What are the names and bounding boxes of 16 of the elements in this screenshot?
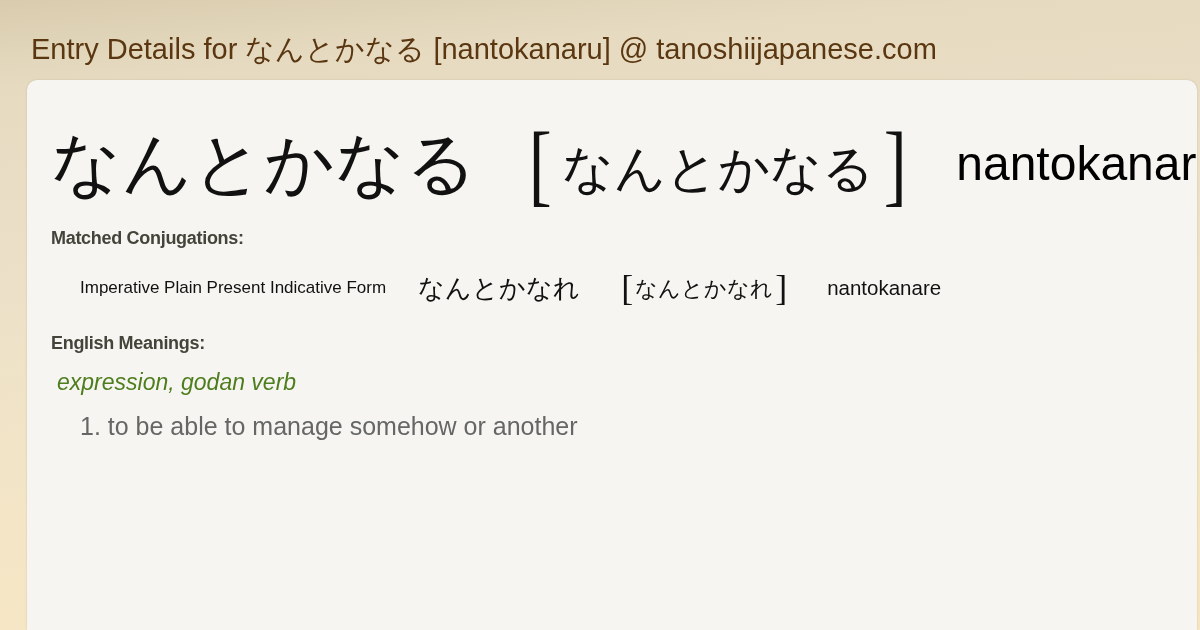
opening-bracket: [ [528,118,552,210]
closing-bracket: ] [883,118,907,210]
headword: なんとかなる [51,125,477,204]
opening-bracket: [ [621,270,634,306]
romaji-reading: nantokanar [956,136,1197,192]
conjugated-word: なんとかなれ [418,272,581,305]
conjugation-form: Imperative Plain Present Indicative Form [80,278,387,298]
conjugated-romaji: nantokanare [827,276,942,300]
section-heading: English Meanings: [51,332,205,354]
sense-text: 1. to be able to manage somehow or another [80,411,578,441]
page-title: Entry Details for なんとかなる [nantokanaru] @ tanoshiijapanese.com [31,32,937,67]
part-of-speech: expression, godan verb [57,368,297,396]
section-heading: Matched Conjugations: [51,227,244,249]
closing-bracket: ] [775,270,788,306]
conjugated-reading: なんとかなれ [635,275,774,303]
headword-reading: なんとかなる [561,140,874,199]
